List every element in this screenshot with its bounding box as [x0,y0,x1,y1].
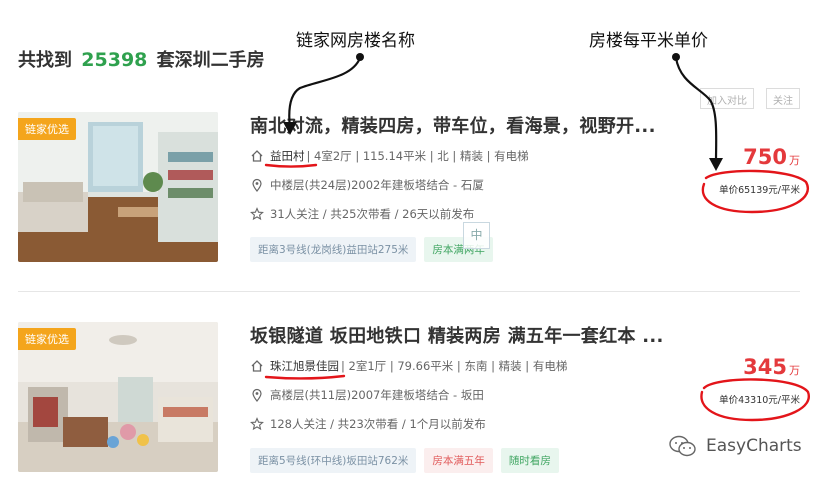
listing-photo[interactable]: 链家优选 [18,322,218,472]
right-arrow-dot [672,53,680,61]
position-details: 高楼层(共11层)2007年建板塔结合 - 坂田 [270,388,484,402]
total-price-value: 750 [743,145,787,169]
house-icon [251,150,263,162]
community-underline-1 [264,163,318,168]
listing-title[interactable]: 坂银隧道 坂田地铁口 精装两房 满五年一套红本 ... [250,322,664,348]
listing-title[interactable]: 南北对流，精装四房，带车位，看海景，视野开... [250,112,656,138]
position-info-row: 高楼层(共11层)2007年建板塔结合 - 坂田 [250,387,484,403]
position-details: 中楼层(共24层)2002年建板塔结合 - 石厦 [270,178,484,192]
listing-divider [18,291,800,292]
listing-photo[interactable]: 链家优选 [18,112,218,262]
community-link[interactable]: 益田村 [270,148,305,164]
total-price: 750 万 [743,145,800,169]
price-unit: 万 [789,364,800,377]
summary-suffix: 套深圳二手房 [156,50,265,71]
location-pin-icon [252,178,262,192]
follow-details: 31人关注 / 共25次带看 / 26天以前发布 [270,207,475,221]
total-price: 345 万 [743,355,800,379]
follow-info-row: 128人关注 / 共23次带看 / 1个月以前发布 [250,416,486,432]
house-details: | 2室1厅 | 79.66平米 | 东南 | 精装 | 有电梯 [341,359,568,373]
annotation-community-label: 链家网房楼名称 [296,31,415,51]
tax-tag: 房本满五年 [424,448,493,473]
right-arrow-head [709,158,723,171]
community-underline-2 [264,374,346,380]
compare-button[interactable]: 加入对比 [700,88,754,109]
house-details: | 4室2厅 | 115.14平米 | 北 | 精装 | 有电梯 [306,149,529,163]
house-info-row: 珠江旭景佳园 | 2室1厅 | 79.66平米 | 东南 | 精装 | 有电梯 [250,358,567,374]
premium-badge: 链家优选 [18,328,76,350]
follow-details: 128人关注 / 共23次带看 / 1个月以前发布 [270,417,486,431]
house-icon [251,360,263,372]
summary-prefix: 共找到 [18,50,72,71]
tag-list: 距离3号线(龙岗线)益田站275米 房本满两年 [250,237,493,262]
subway-tag: 距离3号线(龙岗线)益田站275米 [250,237,417,262]
house-info-row: 益田村 | 4室2厅 | 115.14平米 | 北 | 精装 | 有电梯 [250,148,529,164]
unit-price: 单价43310元/平米 [719,395,800,406]
tag-list: 距离5号线(环中线)坂田站762米 房本满五年 随时看房 [250,448,559,473]
result-summary: 共找到 25398 套深圳二手房 [18,46,265,72]
watermark-text: EasyCharts [706,436,802,456]
wechat-icon [669,435,696,457]
follow-info-row: 31人关注 / 共25次带看 / 26天以前发布 [250,206,474,222]
annotation-unit-price-label: 房楼每平米单价 [589,31,708,51]
subway-tag: 距离5号线(环中线)坂田站762米 [250,448,417,473]
location-pin-icon [252,388,262,402]
result-count: 25398 [81,49,148,71]
left-arrow-dot [356,53,364,61]
price-unit: 万 [789,154,800,167]
ime-indicator: 中 [463,222,490,249]
star-icon [250,417,264,431]
star-icon [250,207,264,221]
follow-button[interactable]: 关注 [766,88,800,109]
unit-price: 单价65139元/平米 [719,185,800,196]
community-link[interactable]: 珠江旭景佳园 [270,358,339,374]
position-info-row: 中楼层(共24层)2002年建板塔结合 - 石厦 [250,177,484,193]
total-price-value: 345 [743,355,787,379]
premium-badge: 链家优选 [18,118,76,140]
right-arrow-line [674,56,718,164]
visit-anytime-tag: 随时看房 [500,448,559,473]
watermark: EasyCharts [668,434,802,458]
